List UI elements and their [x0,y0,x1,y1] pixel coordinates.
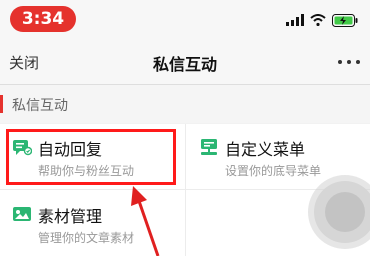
floating-assistive-button[interactable] [314,181,370,243]
floating-button-inner [325,192,365,232]
